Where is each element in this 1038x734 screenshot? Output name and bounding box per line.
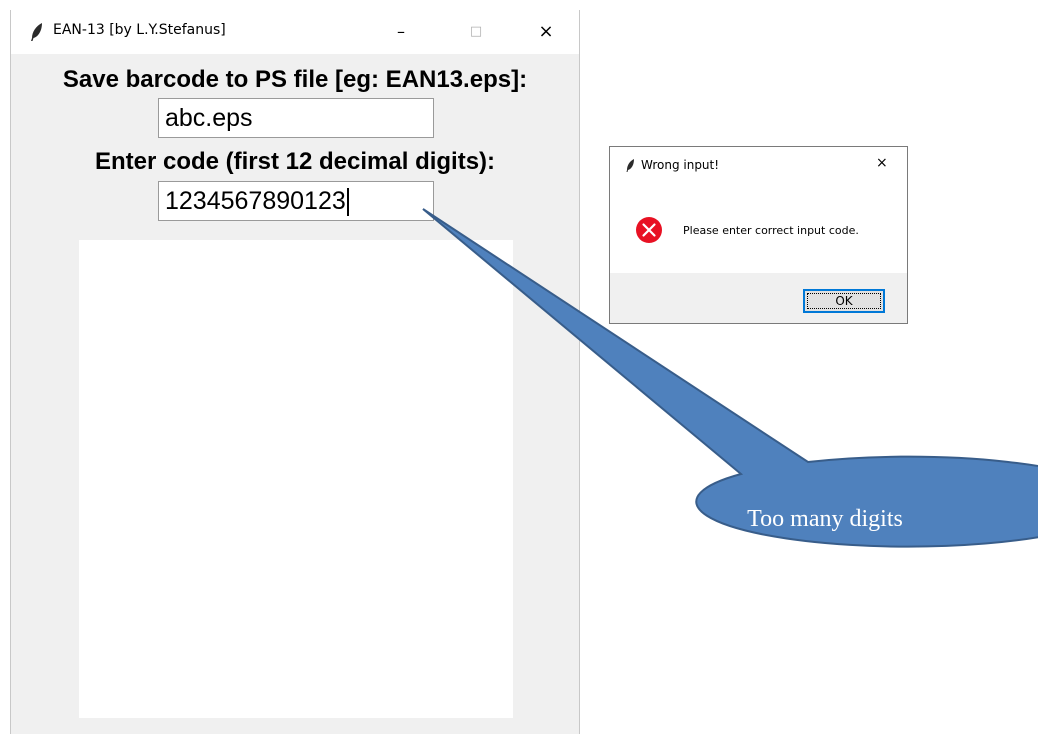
barcode-canvas [79, 240, 513, 718]
filename-value: abc.eps [165, 104, 253, 132]
error-icon [636, 217, 662, 243]
dialog-title: Wrong input! [641, 158, 720, 172]
dialog-message: Please enter correct input code. [683, 224, 859, 237]
ok-button-label: OK [835, 294, 853, 308]
minimize-button[interactable]: – [371, 10, 431, 54]
close-button[interactable]: × [516, 10, 576, 54]
code-value: 1234567890123 [165, 187, 346, 215]
window-title: EAN-13 [by L.Y.Stefanus] [53, 22, 226, 38]
code-input[interactable]: 1234567890123 [158, 181, 434, 221]
dialog-body: Please enter correct input code. [610, 185, 907, 273]
dialog-close-button[interactable]: × [876, 155, 888, 171]
ok-button[interactable]: OK [803, 289, 885, 313]
code-label: Enter code (first 12 decimal digits): [94, 148, 496, 175]
error-dialog: Wrong input! × Please enter correct inpu… [609, 146, 908, 324]
feather-icon [626, 159, 634, 172]
main-window: EAN-13 [by L.Y.Stefanus] – □ × Save barc… [10, 10, 580, 734]
maximize-button[interactable]: □ [446, 10, 506, 54]
callout-text: Too many digits [747, 506, 903, 532]
text-caret [346, 188, 349, 217]
title-bar: EAN-13 [by L.Y.Stefanus] – □ × [11, 10, 579, 54]
dialog-title-bar: Wrong input! × [610, 147, 907, 185]
filename-input[interactable]: abc.eps [158, 98, 434, 138]
filename-label: Save barcode to PS file [eg: EAN13.eps]: [62, 66, 528, 93]
feather-icon [31, 23, 42, 41]
